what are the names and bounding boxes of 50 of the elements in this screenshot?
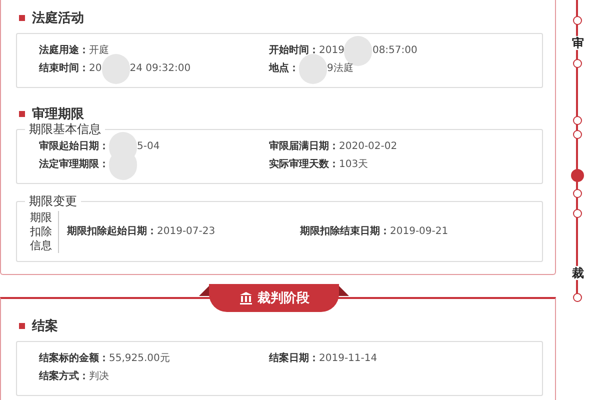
field-value: 2019-11-14 xyxy=(319,352,378,366)
timeline-node[interactable] xyxy=(572,130,582,139)
group-legend: 期限变更 xyxy=(25,193,81,209)
field-value: 103天 xyxy=(339,158,368,172)
field-label: 开始时间： xyxy=(269,44,319,58)
timeline-node[interactable] xyxy=(572,189,582,198)
field-label: 法定审理期限： xyxy=(39,157,109,172)
field-value: 开庭 xyxy=(89,44,109,58)
side-label: 期限扣除信息 xyxy=(30,211,59,253)
field-label: 法庭用途： xyxy=(39,43,89,58)
heading-marker xyxy=(19,323,25,329)
section-heading: 审理期限 xyxy=(32,106,84,123)
field-label: 结案标的金额： xyxy=(39,351,109,366)
timeline-label: 审 xyxy=(572,36,584,50)
field-value: 08:57:00 xyxy=(372,44,418,58)
field-label: 地点： xyxy=(269,62,299,76)
heading-marker xyxy=(19,111,25,117)
field-value: 24 09:32:00 xyxy=(130,62,191,76)
timeline-node[interactable] xyxy=(572,16,582,25)
field-value: 2019-09-21 xyxy=(390,225,448,239)
field-label: 结案方式： xyxy=(39,369,89,384)
timeline-node[interactable] xyxy=(570,169,584,182)
field-label: 结束时间： xyxy=(39,62,89,76)
redaction-patch xyxy=(299,54,327,84)
field-value: 5-04 xyxy=(137,140,160,154)
courthouse-icon xyxy=(238,291,252,305)
field-label: 期限扣除结束日期： xyxy=(300,224,390,239)
field-value: 2020-02-02 xyxy=(339,140,398,154)
field-label: 结案日期： xyxy=(269,351,319,366)
timeline-node[interactable] xyxy=(572,116,582,125)
section-heading: 结案 xyxy=(32,318,58,335)
field-value: 2019 xyxy=(319,44,344,58)
stage-title: 裁判阶段 xyxy=(258,290,310,307)
group-legend: 期限基本信息 xyxy=(25,121,105,137)
field-label: 期限扣除起始日期： xyxy=(67,224,157,239)
field-value: 2019-07-23 xyxy=(157,225,216,239)
timeline-node[interactable] xyxy=(572,293,582,302)
field-label: 实际审理天数： xyxy=(269,157,339,172)
field-value: 9法庭 xyxy=(327,62,354,76)
field-value: 55,925.00元 xyxy=(109,352,170,366)
timeline-label: 裁 xyxy=(572,266,584,280)
heading-marker xyxy=(19,15,25,21)
redaction-patch xyxy=(102,54,130,84)
field-label: 审限起始日期： xyxy=(39,139,109,154)
field-label: 审限届满日期： xyxy=(269,139,339,154)
timeline-node[interactable] xyxy=(572,209,582,218)
timeline-node[interactable] xyxy=(572,59,582,68)
field-value: 判决 xyxy=(89,370,109,384)
field-value: 20 xyxy=(89,62,102,76)
section-heading: 法庭活动 xyxy=(32,10,84,27)
